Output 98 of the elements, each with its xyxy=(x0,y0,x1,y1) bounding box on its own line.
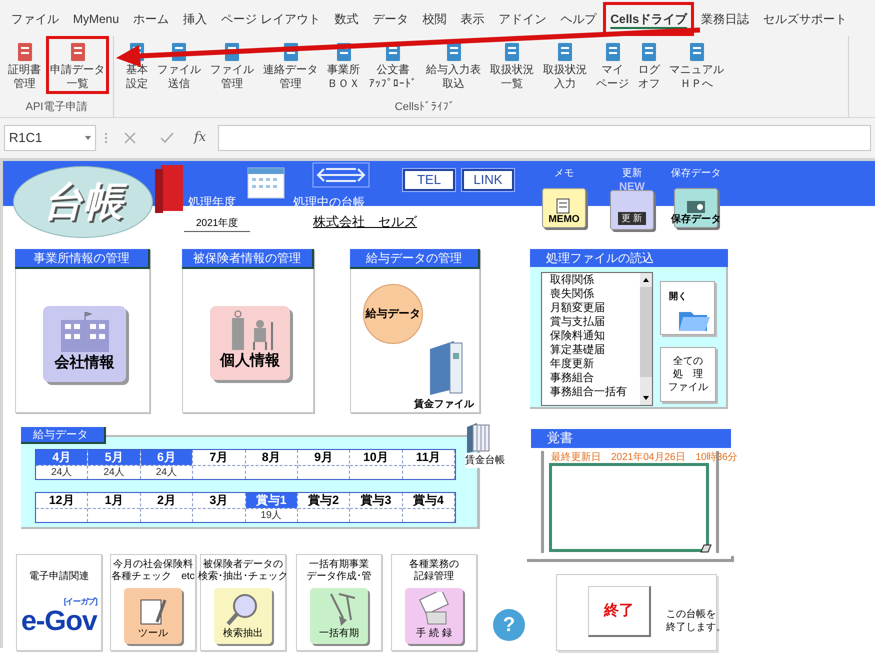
menu-tab[interactable]: 校閲 xyxy=(415,2,454,36)
list-item[interactable]: 事務組合一括有 xyxy=(550,385,640,399)
shortcut-button[interactable]: 一括有期 xyxy=(310,588,368,644)
exit-button[interactable]: 終了 xyxy=(588,586,651,637)
memo-text-area[interactable] xyxy=(549,463,709,552)
ribbon-button[interactable]: 申請データ 一覧 xyxy=(46,36,109,94)
ribbon-button[interactable]: 取扱状況 一覧 xyxy=(486,36,538,94)
check-icon xyxy=(160,132,174,144)
list-item[interactable]: 事務組合 xyxy=(550,371,640,385)
card-caption: 今月の社会保険料 各種チェック etc xyxy=(111,559,195,583)
month-label[interactable]: 6月 xyxy=(140,450,192,465)
panel-header: 被保険者情報の管理 xyxy=(182,249,314,269)
month-label[interactable]: 5月 xyxy=(88,450,140,465)
menu-tab[interactable]: 表示 xyxy=(453,2,492,36)
tool-button[interactable]: MEMO xyxy=(542,188,586,228)
menu-tab[interactable]: MyMenu xyxy=(66,2,126,36)
document-icon xyxy=(555,41,575,63)
panel-header: 覚書 xyxy=(531,429,731,448)
tool-label: 保存データ xyxy=(671,168,721,180)
formula-input[interactable] xyxy=(218,125,871,151)
ribbon-button[interactable]: マイ ページ xyxy=(592,36,633,94)
panel-header: 給与データの管理 xyxy=(350,249,480,269)
list-item[interactable]: 取得関係 xyxy=(550,273,640,287)
menu-tab[interactable]: ホーム xyxy=(126,2,176,36)
updated-label: 最終更新日 xyxy=(551,450,601,465)
month-label[interactable]: 4月 xyxy=(36,450,88,465)
menu-tab[interactable]: ヘルプ xyxy=(553,2,604,36)
updated-time: 2021年04月26日 10時36分 xyxy=(611,450,738,465)
menu-tab[interactable]: アドイン xyxy=(491,2,554,36)
ribbon-button[interactable]: ファイル 管理 xyxy=(206,36,258,94)
file-label: 賃金ファイル xyxy=(414,398,474,412)
open-button[interactable]: 開く xyxy=(660,281,715,335)
company-info-button[interactable]: 会社情報 xyxy=(43,306,126,382)
dots-icon xyxy=(104,131,108,145)
card-caption: 被保険者データの 検索･抽出･チェック xyxy=(198,559,288,583)
exit-note: この台帳を 終了します。 xyxy=(666,608,726,634)
head-count: 24人 xyxy=(140,465,192,479)
binder-icon xyxy=(428,339,464,395)
hand-icon xyxy=(416,592,452,626)
ribbon-button[interactable]: 連絡データ 管理 xyxy=(259,36,322,94)
egov-logo-button[interactable]: [イーガブ] e-Gov xyxy=(21,597,97,635)
shortcut-button[interactable]: 検索抽出 xyxy=(214,588,272,644)
ribbon-button[interactable]: マニュアル ＨＰへ xyxy=(665,36,728,94)
name-box[interactable]: R1C1 xyxy=(4,125,96,151)
card-caption: 電子申請関連 xyxy=(29,571,89,583)
group-label: Cellsﾄﾞﾗｲﾌﾞ xyxy=(394,100,456,114)
eraser-icon xyxy=(700,544,712,553)
card-caption: 各種業務の 記録管理 xyxy=(409,559,459,583)
shortcut-button[interactable]: ツール xyxy=(124,588,182,644)
panel-header: 事業所情報の管理 xyxy=(15,249,150,269)
panel-header: 給与データ xyxy=(21,427,106,444)
ribbon-button[interactable]: 公文書 ｱｯﾌﾟﾛｰﾄﾞ xyxy=(365,36,421,94)
shortcut-button[interactable]: 手 続 録 xyxy=(405,588,463,644)
all-files-button[interactable]: 全ての 処 理 ファイル xyxy=(660,347,716,402)
link-button[interactable]: LINK xyxy=(462,169,514,191)
link-button[interactable]: TEL xyxy=(403,169,455,191)
tool-label: 更新 xyxy=(622,168,642,180)
ledger-label: 賃金台帳 xyxy=(465,453,505,468)
menu-tab[interactable]: セルズサポート xyxy=(756,2,854,36)
binder-icon xyxy=(153,163,185,215)
ribbon-button[interactable]: ファイル 送信 xyxy=(153,36,205,94)
file-list[interactable]: 取得関係 喪失関係 月額変更届 賞与支払届 保険料通知 算定基礎届 年度更新 事務組合 事務組合一括有 xyxy=(541,272,653,406)
person-info-button[interactable]: 個人情報 xyxy=(210,306,290,380)
ribbon-button[interactable]: 証明書 管理 xyxy=(4,36,45,94)
dropdown-caret-icon xyxy=(85,136,91,140)
function-button[interactable]: fx xyxy=(194,128,206,148)
menu-tab[interactable]: ページ レイアウト xyxy=(214,2,328,36)
document-icon xyxy=(639,41,659,63)
calendar-icon xyxy=(246,166,286,200)
ribbon-button[interactable]: ログ オフ xyxy=(634,36,664,94)
group-label: API電子申請 xyxy=(26,100,88,114)
head-count: 24人 xyxy=(88,465,140,479)
tool-label: メモ xyxy=(554,168,574,180)
menu-tab[interactable]: 業務日誌 xyxy=(694,2,756,36)
month-label[interactable]: 賞与1 xyxy=(246,493,297,508)
head-count: 24人 xyxy=(36,465,88,479)
cancel-icon xyxy=(124,132,136,144)
head-count: 19人 xyxy=(246,508,297,522)
menu-tab[interactable]: データ xyxy=(365,2,416,36)
ribbon-button[interactable]: 給与入力表 取込 xyxy=(422,36,485,94)
year-value: 2021年度 xyxy=(184,216,250,232)
list-item[interactable]: 賞与支払届 xyxy=(550,315,640,329)
list-item[interactable]: 保険料通知 xyxy=(550,329,640,343)
menu-tab[interactable]: 数式 xyxy=(327,2,366,36)
menu-tab[interactable]: 挿入 xyxy=(176,2,214,36)
company-name: 株式会社 セルズ xyxy=(313,213,417,231)
new-label: NEW xyxy=(619,182,645,193)
document-icon xyxy=(502,41,522,63)
list-item[interactable]: 算定基礎届 xyxy=(550,343,640,357)
list-item[interactable]: 喪失関係 xyxy=(550,287,640,301)
list-item[interactable]: 年度更新 xyxy=(550,357,640,371)
tool-button[interactable]: 更 新 xyxy=(610,190,654,230)
list-item[interactable]: 月額変更届 xyxy=(550,301,640,315)
menu-tab[interactable]: ファイル xyxy=(4,2,66,36)
ribbon-button[interactable]: 事業所 ＢＯＸ xyxy=(323,36,364,94)
card-caption: 一括有期事業 データ作成･管 xyxy=(306,559,372,583)
panel-header: 処理ファイルの読込 xyxy=(530,249,728,267)
ribbon-button[interactable]: 取扱状況 入力 xyxy=(539,36,591,94)
